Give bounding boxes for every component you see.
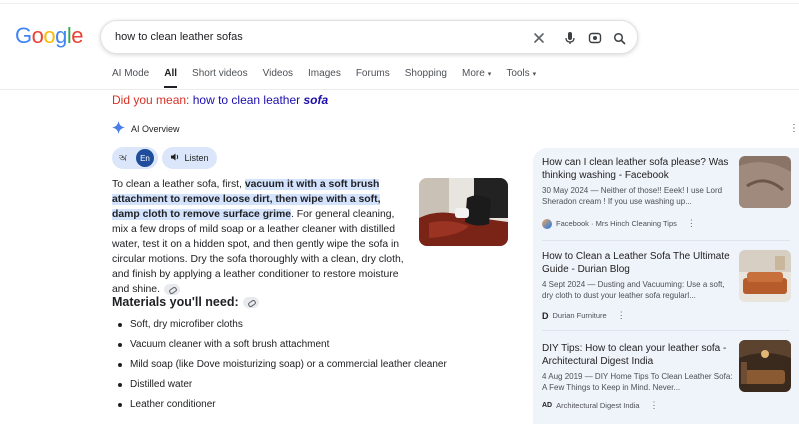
suggestion-emphasis: sofa: [303, 93, 329, 107]
search-icon[interactable]: [610, 29, 628, 47]
more-options-icon[interactable]: ⋮: [687, 218, 696, 229]
did-you-mean-prefix: Did you mean:: [112, 93, 190, 107]
source-card[interactable]: DIY Tips: How to clean your leather sofa…: [542, 340, 791, 422]
ai-overview-text: To clean a leather sofa, first, vacuum i…: [112, 177, 410, 297]
source-attribution: Facebook · Mrs Hinch Cleaning Tips ⋮: [542, 218, 696, 229]
more-options-icon[interactable]: ⋮: [617, 310, 626, 321]
suggestion-plain: how to clean leather: [192, 93, 304, 107]
link-icon[interactable]: [242, 296, 259, 308]
materials-heading-text: Materials you'll need:: [112, 295, 239, 309]
google-logo[interactable]: Google: [15, 23, 84, 49]
clear-icon[interactable]: [530, 29, 548, 47]
logo-letter: o: [43, 23, 56, 48]
ai-overview-title: AI Overview: [131, 123, 180, 134]
list-item: Mild soap (like Dove moisturizing soap) …: [118, 358, 447, 378]
tab-videos[interactable]: Videos: [263, 68, 293, 84]
more-options-icon[interactable]: ⋮: [650, 400, 659, 411]
tab-label: Images: [308, 68, 341, 79]
source-thumbnail[interactable]: [739, 340, 791, 392]
source-title[interactable]: DIY Tips: How to clean your leather sofa…: [542, 342, 734, 368]
camera-lens-icon[interactable]: [586, 29, 604, 47]
list-item: Leather conditioner: [118, 398, 447, 418]
tab-ai-mode[interactable]: AI Mode: [112, 68, 149, 84]
top-edge: [0, 0, 799, 4]
materials-heading: Materials you'll need:: [112, 295, 259, 309]
tabs-divider: [0, 89, 799, 90]
logo-letter: o: [31, 23, 44, 48]
listen-label: Listen: [184, 153, 209, 163]
logo-letter: g: [55, 23, 67, 48]
tab-short-videos[interactable]: Short videos: [192, 68, 248, 84]
source-name: Durian Furniture: [552, 311, 607, 320]
source-title[interactable]: How can I clean leather sofa please? Was…: [542, 156, 734, 182]
source-name: Facebook · Mrs Hinch Cleaning Tips: [556, 219, 677, 228]
card-divider: [542, 240, 790, 241]
listen-button[interactable]: Listen: [162, 147, 217, 169]
microphone-icon[interactable]: [561, 29, 579, 47]
translate-icon[interactable]: অ: [116, 151, 130, 165]
tab-images[interactable]: Images: [308, 68, 341, 84]
facebook-favicon-icon: [542, 218, 552, 229]
did-you-mean: Did you mean: how to clean leather sofa: [112, 93, 328, 107]
overview-text-part: To clean a leather sofa, first,: [112, 179, 245, 190]
language-en-button[interactable]: En: [136, 149, 154, 167]
list-item: Distilled water: [118, 378, 447, 398]
caret-down-icon: ▾: [532, 71, 537, 78]
ad-favicon-icon: AD: [542, 402, 553, 409]
tab-forums[interactable]: Forums: [356, 68, 390, 84]
source-thumbnail[interactable]: [739, 250, 791, 302]
source-snippet: 4 Sept 2024 — Dusting and Vacuuming: Use…: [542, 280, 725, 300]
search-box[interactable]: how to clean leather sofas: [100, 20, 638, 54]
list-item: Vacuum cleaner with a soft brush attachm…: [118, 338, 447, 358]
overview-text-part: . For general cleaning, mix a few drops …: [112, 209, 404, 295]
source-attribution: D Durian Furniture ⋮: [542, 310, 626, 321]
tab-label: Shopping: [404, 68, 447, 79]
caret-down-icon: ▾: [487, 71, 492, 78]
source-attribution: AD Architectural Digest India ⋮: [542, 400, 659, 411]
card-divider: [542, 330, 790, 331]
link-icon[interactable]: [163, 283, 180, 295]
tab-label: All: [164, 68, 178, 79]
source-card[interactable]: How to Clean a Leather Sofa The Ultimate…: [542, 250, 791, 330]
source-snippet: 30 May 2024 — Neither of those!! Eeek! I…: [542, 186, 723, 206]
list-item: Soft, dry microfiber cloths: [118, 318, 447, 338]
source-name: Architectural Digest India: [556, 401, 640, 410]
durian-favicon-icon: D: [542, 310, 549, 321]
speaker-icon: [170, 152, 180, 164]
tab-tools[interactable]: Tools ▾: [506, 68, 536, 84]
logo-letter: e: [71, 23, 84, 48]
tab-shopping[interactable]: Shopping: [405, 68, 447, 84]
tab-more[interactable]: More ▾: [462, 68, 491, 84]
search-tabs: AI Mode All Short videos Videos Images F…: [112, 68, 551, 88]
tab-label: More: [462, 68, 485, 79]
search-input[interactable]: how to clean leather sofas: [115, 31, 243, 43]
tab-label: AI Mode: [112, 68, 150, 79]
ai-overview-header: AI Overview: [112, 121, 180, 136]
language-toggle: অ En: [112, 147, 158, 169]
did-you-mean-link[interactable]: how to clean leather sofa: [193, 93, 328, 107]
tab-label: Forums: [355, 68, 390, 79]
materials-list: Soft, dry microfiber cloths Vacuum clean…: [118, 318, 447, 418]
overview-image[interactable]: [419, 178, 508, 246]
source-title[interactable]: How to Clean a Leather Sofa The Ultimate…: [542, 250, 734, 276]
tab-label: Videos: [262, 68, 294, 79]
sparkle-icon: [112, 121, 125, 136]
tab-label: Short videos: [192, 68, 248, 79]
source-thumbnail[interactable]: [739, 156, 791, 208]
tab-all[interactable]: All: [164, 68, 178, 88]
logo-letter: G: [15, 23, 32, 48]
tab-label: Tools: [506, 68, 530, 79]
source-card[interactable]: How can I clean leather sofa please? Was…: [542, 156, 791, 242]
more-options-icon[interactable]: ⋮: [789, 123, 799, 134]
source-snippet: 4 Aug 2019 — DIY Home Tips To Clean Leat…: [542, 372, 733, 392]
sources-panel: How can I clean leather sofa please? Was…: [533, 148, 799, 424]
